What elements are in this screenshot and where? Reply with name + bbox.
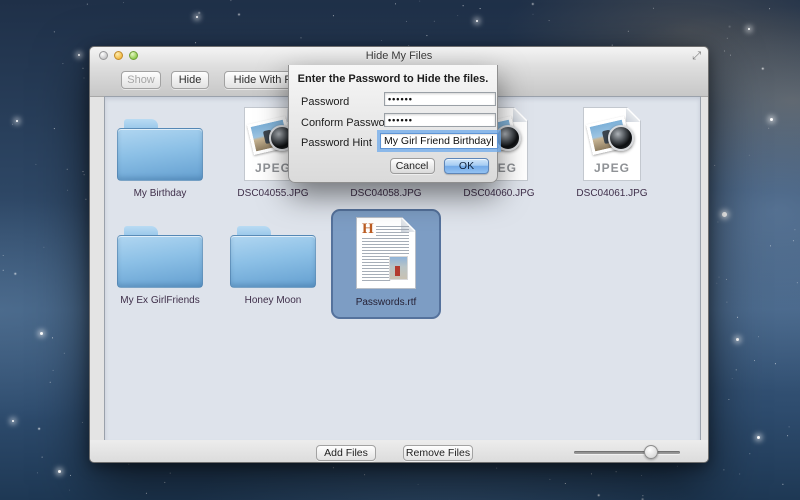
- bright-star: [12, 420, 14, 422]
- file-item[interactable]: My Ex GirlFriends: [105, 209, 215, 315]
- show-button[interactable]: Show: [121, 71, 161, 89]
- password-hint-input[interactable]: My Girl Friend Birthday: [380, 133, 498, 149]
- confirm-password-label: Conform Password: [301, 117, 395, 129]
- icon-box: H: [333, 211, 439, 295]
- file-label: My Ex GirlFriends: [120, 295, 199, 306]
- desktop-wallpaper: Hide My Files ⤢ Show Hide Hide With Pas …: [0, 0, 800, 500]
- password-input[interactable]: ••••••: [384, 92, 496, 106]
- file-label: DSC04061.JPG: [576, 188, 647, 199]
- bottom-bar: Add Files Remove Files: [90, 440, 708, 462]
- bright-star: [748, 28, 750, 30]
- file-item[interactable]: My Birthday: [105, 102, 215, 208]
- icon-box: [218, 209, 328, 293]
- bright-star: [196, 16, 198, 18]
- file-label: My Birthday: [134, 188, 187, 199]
- icon-size-slider[interactable]: [574, 445, 680, 459]
- bright-star: [736, 338, 739, 341]
- bright-star: [757, 436, 760, 439]
- slider-thumb[interactable]: [644, 445, 658, 459]
- file-item[interactable]: JPEG DSC04061.JPG: [557, 102, 667, 208]
- folder-icon: [230, 226, 316, 288]
- add-files-button[interactable]: Add Files: [316, 445, 376, 461]
- jpeg-file-icon: JPEG: [583, 107, 641, 181]
- folder-icon: [117, 119, 203, 181]
- icon-box: JPEG: [557, 102, 667, 186]
- confirm-password-input[interactable]: ••••••: [384, 113, 496, 127]
- bright-star: [476, 20, 478, 22]
- bright-star: [40, 332, 43, 335]
- app-window: Hide My Files ⤢ Show Hide Hide With Pas …: [89, 46, 709, 463]
- fullscreen-icon[interactable]: ⤢: [692, 49, 701, 63]
- file-label: DSC04058.JPG: [350, 188, 421, 199]
- rtf-file-icon: H: [356, 217, 416, 289]
- bright-star: [722, 212, 727, 217]
- password-label: Password: [301, 96, 349, 108]
- icon-box: [105, 209, 215, 293]
- file-label: DSC04060.JPG: [463, 188, 534, 199]
- bright-star: [770, 118, 773, 121]
- file-label: DSC04055.JPG: [237, 188, 308, 199]
- window-title: Hide My Files: [90, 50, 708, 62]
- file-item[interactable]: H Passwords.rtf: [331, 209, 441, 319]
- remove-files-button[interactable]: Remove Files: [403, 445, 473, 461]
- password-dialog: Enter the Password to Hide the files. Pa…: [288, 65, 498, 183]
- ok-button[interactable]: OK: [444, 158, 489, 174]
- hide-button[interactable]: Hide: [171, 71, 209, 89]
- dialog-title: Enter the Password to Hide the files.: [289, 73, 497, 85]
- slider-track[interactable]: [574, 451, 680, 454]
- bright-star: [78, 54, 80, 56]
- folder-icon: [117, 226, 203, 288]
- star-dots: [0, 0, 1, 1]
- file-label: Honey Moon: [245, 295, 302, 306]
- file-item[interactable]: Honey Moon: [218, 209, 328, 315]
- titlebar[interactable]: Hide My Files ⤢: [90, 47, 708, 65]
- bright-star: [16, 120, 18, 122]
- password-hint-label: Password Hint: [301, 137, 372, 149]
- file-label: Passwords.rtf: [356, 297, 417, 308]
- bright-star: [58, 470, 61, 473]
- icon-box: [105, 102, 215, 186]
- cancel-button[interactable]: Cancel: [390, 158, 435, 174]
